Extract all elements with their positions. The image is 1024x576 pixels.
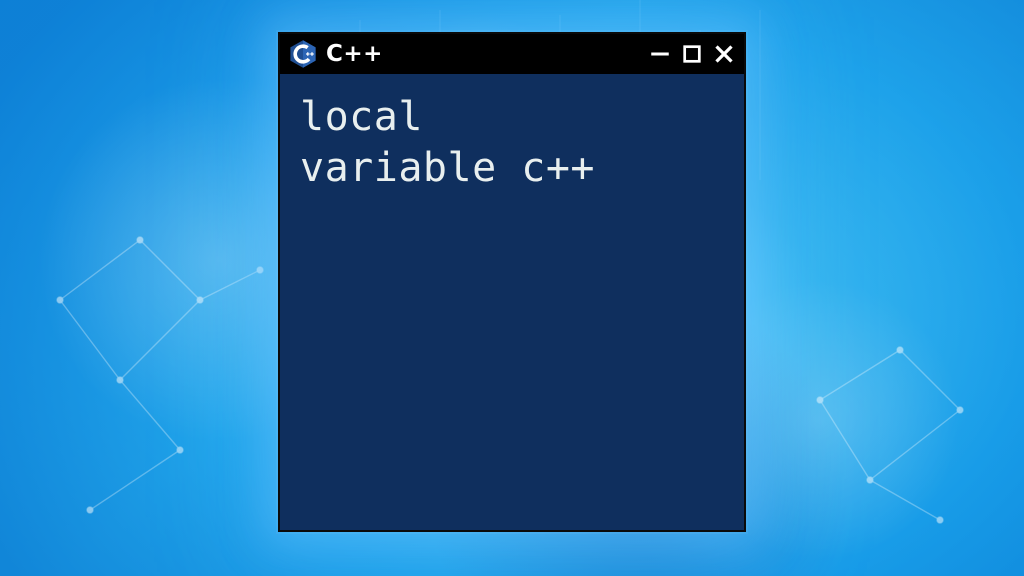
minimize-icon	[650, 44, 670, 64]
content-line-2: variable c++	[300, 145, 595, 191]
titlebar: C++	[280, 34, 744, 74]
cpp-logo-icon	[288, 39, 318, 69]
maximize-icon	[683, 45, 701, 63]
terminal-content: local variable c++	[280, 74, 744, 530]
maximize-button[interactable]	[682, 44, 702, 64]
window-controls	[650, 44, 734, 64]
window-title: C++	[326, 41, 383, 67]
close-button[interactable]	[714, 44, 734, 64]
content-line-1: local	[300, 94, 423, 140]
terminal-window: C++ local variable c++	[278, 32, 746, 532]
close-icon	[714, 44, 734, 64]
minimize-button[interactable]	[650, 44, 670, 64]
